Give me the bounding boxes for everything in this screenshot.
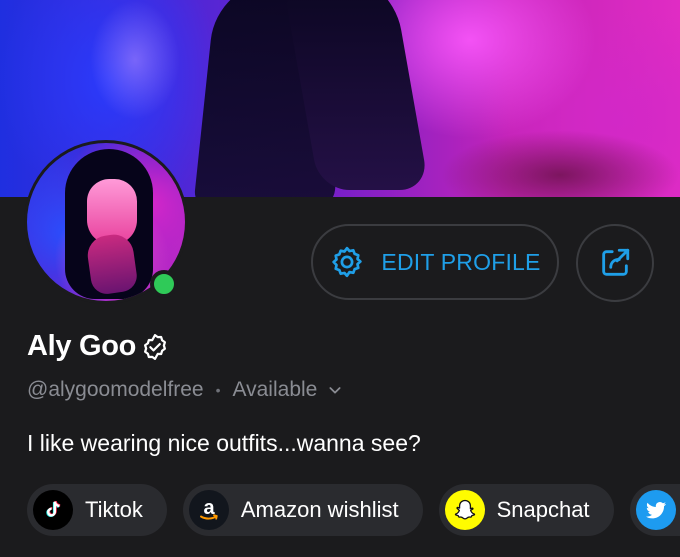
online-status-dot: [150, 270, 178, 298]
edit-profile-button[interactable]: EDIT PROFILE: [311, 224, 559, 300]
social-link-label: Amazon wishlist: [240, 497, 399, 522]
separator-dot: •: [215, 382, 221, 398]
availability-status: Available: [232, 378, 318, 401]
chevron-down-icon: [329, 387, 341, 394]
profile-name-row: Aly Goo: [27, 330, 170, 363]
edit-profile-label: EDIT PROFILE: [381, 248, 541, 275]
profile-bio: I like wearing nice outfits...wanna see?: [27, 430, 421, 456]
social-link-snapchat[interactable]: Snapchat: [438, 484, 614, 536]
social-links: Tiktok a Amazon wishlist Snapchat: [27, 484, 680, 536]
social-link-label: Tiktok: [85, 497, 143, 522]
amazon-icon: a: [188, 490, 229, 530]
twitter-icon: [635, 490, 676, 530]
share-icon: [602, 248, 630, 276]
cover-shadow: [440, 130, 680, 197]
profile-name: Aly Goo: [27, 330, 137, 362]
verified-icon: [144, 333, 167, 360]
tiktok-icon: [33, 490, 73, 530]
social-link-tiktok[interactable]: Tiktok: [27, 484, 167, 536]
share-button[interactable]: [576, 224, 654, 302]
cover-highlight: [90, 0, 180, 120]
profile-handle: @alygoomodelfree: [27, 378, 204, 401]
social-link-twitter[interactable]: [629, 484, 680, 536]
social-link-label: Snapchat: [496, 497, 590, 522]
profile-meta: @alygoomodelfree • Available: [27, 378, 343, 402]
availability-dropdown[interactable]: Available: [233, 378, 344, 402]
gear-icon: [332, 246, 363, 278]
snapchat-icon: [444, 490, 485, 530]
social-link-amazon[interactable]: a Amazon wishlist: [182, 484, 423, 536]
